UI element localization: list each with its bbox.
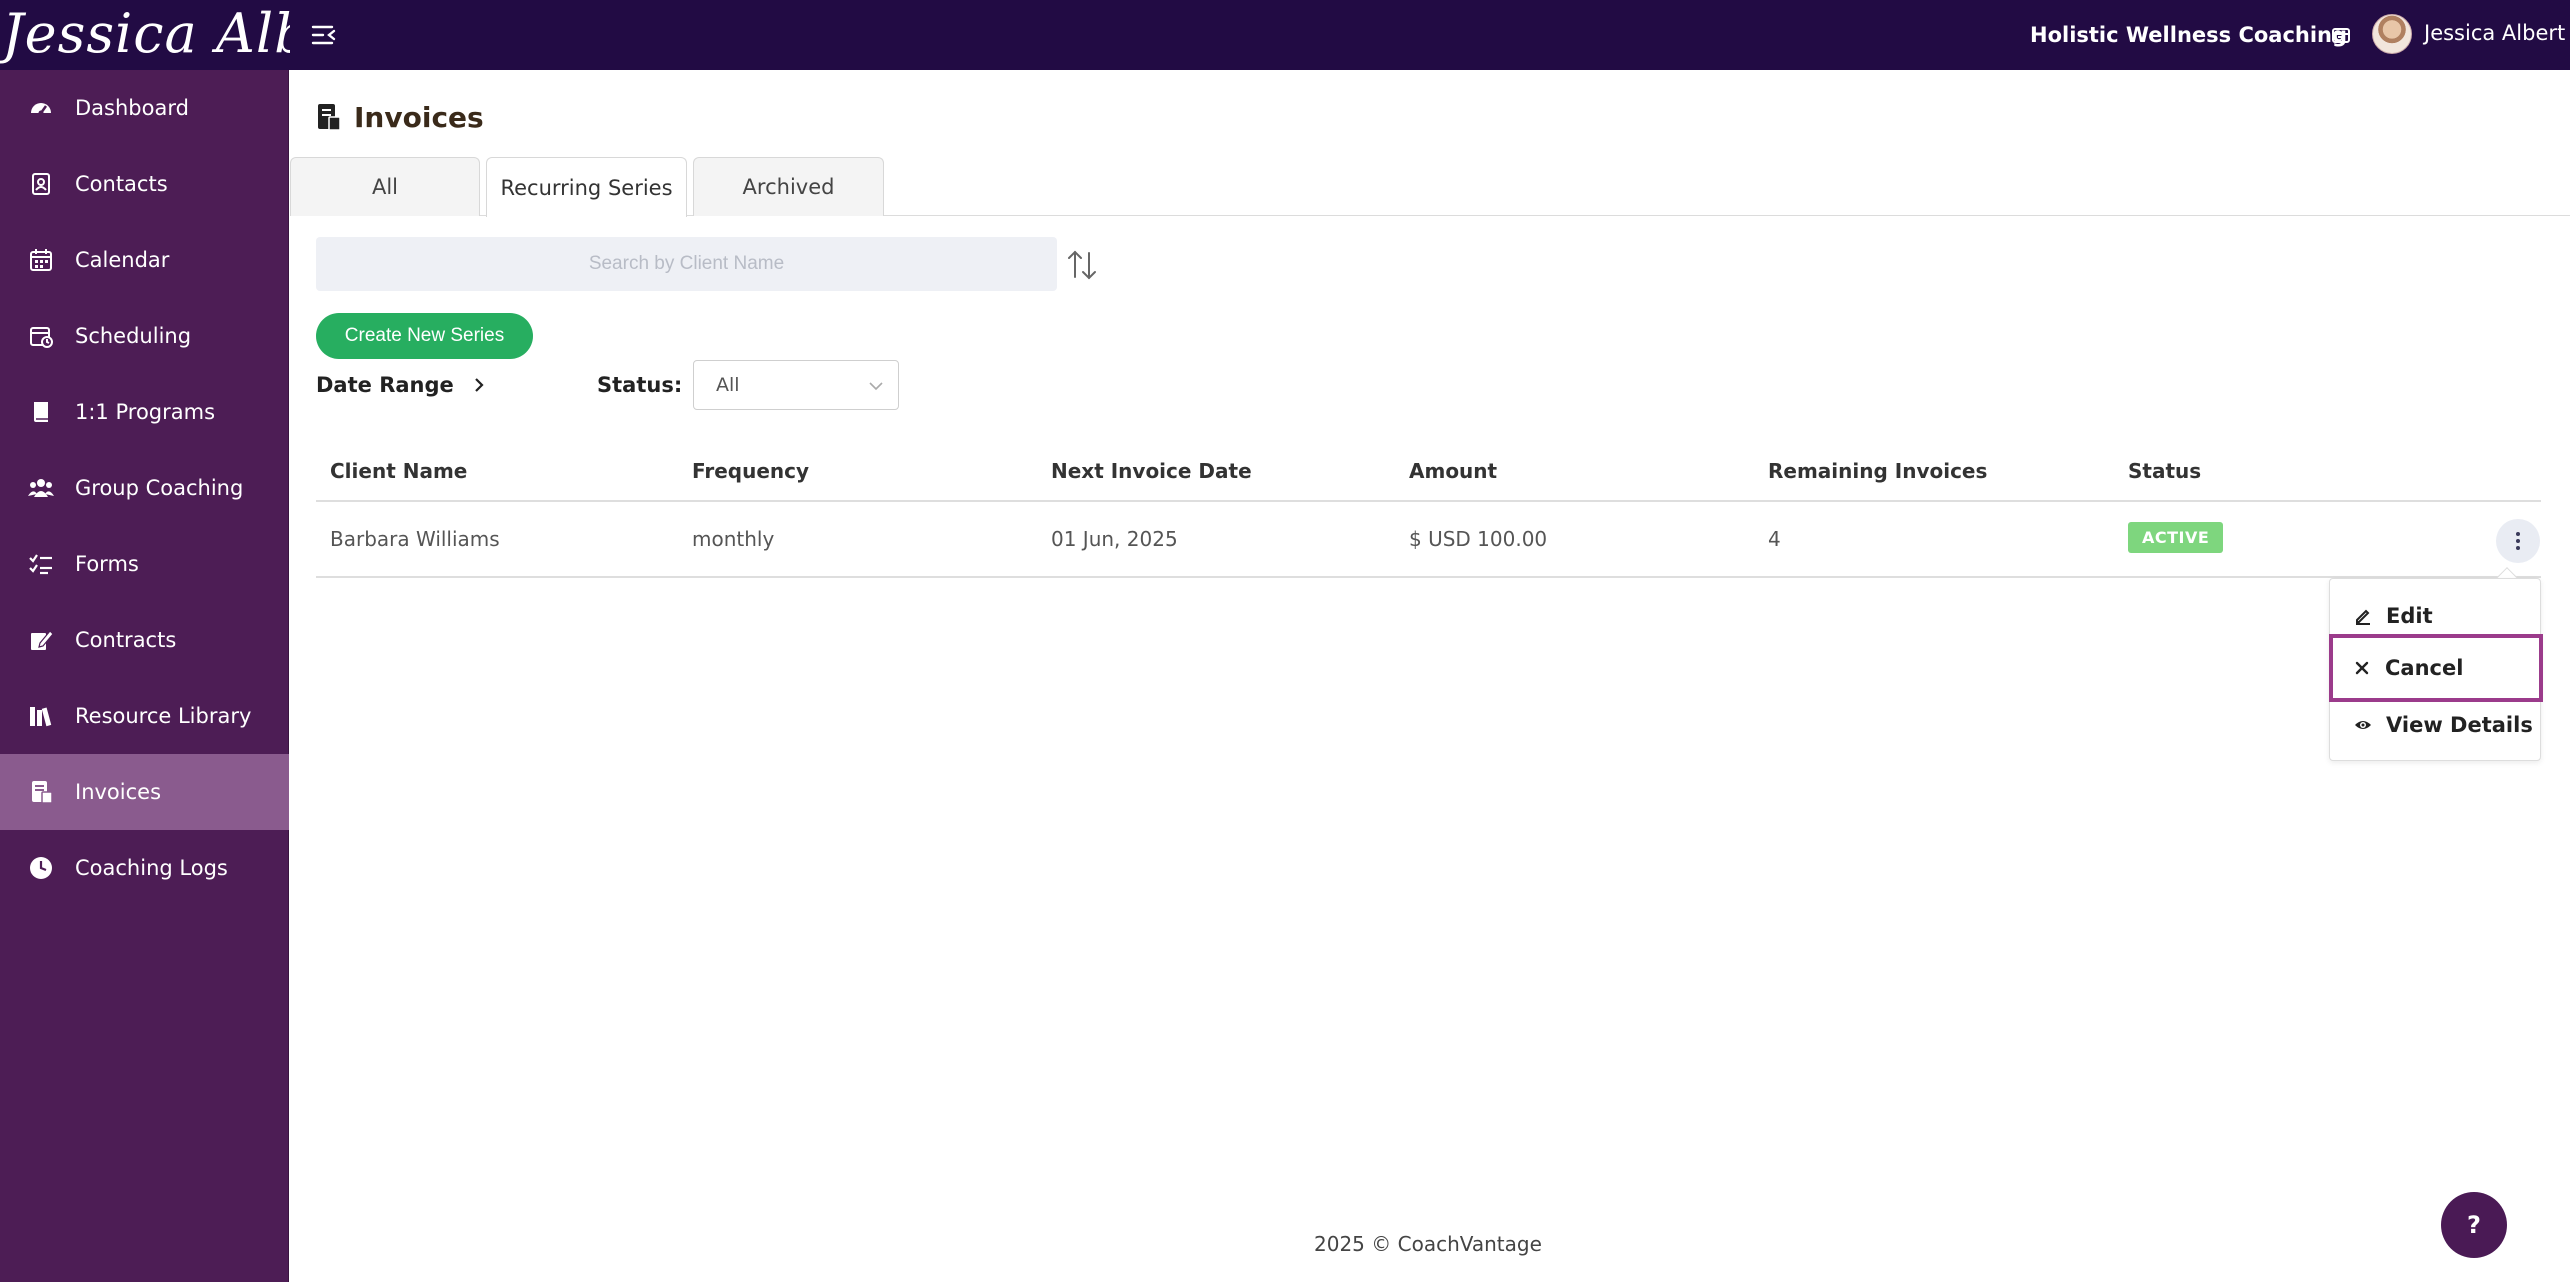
cell-remaining-invoices: 4 bbox=[1768, 527, 1781, 551]
sidebar-item-calendar[interactable]: Calendar bbox=[0, 222, 289, 298]
help-button[interactable]: ? bbox=[2441, 1192, 2507, 1258]
sidebar-item-resource-library[interactable]: Resource Library bbox=[0, 678, 289, 754]
sidebar-item-contracts[interactable]: Contracts bbox=[0, 602, 289, 678]
sidebar-item-dashboard[interactable]: Dashboard bbox=[0, 70, 289, 146]
eye-icon bbox=[2355, 721, 2371, 729]
search-input[interactable] bbox=[316, 237, 1057, 291]
top-bar: Jessica Albert Holistic Wellness Coachin… bbox=[0, 0, 2570, 70]
checklist-icon bbox=[28, 551, 54, 577]
sign-document-icon bbox=[28, 627, 54, 653]
menu-item-cancel[interactable]: Cancel bbox=[2329, 634, 2543, 702]
sidebar-item-label: Contracts bbox=[75, 628, 177, 652]
menu-toggle-icon[interactable] bbox=[310, 22, 338, 48]
pencil-icon bbox=[2356, 609, 2370, 625]
organization-name[interactable]: Holistic Wellness Coaching bbox=[2030, 20, 2347, 50]
sort-icon[interactable] bbox=[1065, 248, 1099, 282]
sidebar-item-contacts[interactable]: Contacts bbox=[0, 146, 289, 222]
footer-copyright: 2025 © CoachVantage bbox=[1314, 1232, 1542, 1256]
menu-item-view-details[interactable]: View Details bbox=[2330, 700, 2540, 750]
sidebar: Dashboard Contacts Calendar Scheduling 1… bbox=[0, 70, 289, 1282]
sidebar-item-forms[interactable]: Forms bbox=[0, 526, 289, 602]
library-icon bbox=[28, 703, 54, 729]
scheduling-icon bbox=[28, 323, 54, 349]
book-icon bbox=[28, 399, 54, 425]
sidebar-item-label: 1:1 Programs bbox=[75, 400, 216, 424]
column-header-amount[interactable]: Amount bbox=[1409, 456, 1497, 486]
group-icon bbox=[28, 475, 54, 501]
menu-item-label: Cancel bbox=[2385, 656, 2464, 680]
clock-icon bbox=[28, 855, 54, 881]
sidebar-item-label: Calendar bbox=[75, 248, 170, 272]
sidebar-item-invoices[interactable]: Invoices bbox=[0, 754, 289, 830]
status-filter-label: Status: bbox=[597, 373, 683, 397]
close-icon bbox=[2355, 661, 2369, 675]
user-name[interactable]: Jessica Albert bbox=[2424, 18, 2565, 48]
page-title: Invoices bbox=[354, 100, 484, 134]
column-header-status[interactable]: Status bbox=[2128, 456, 2201, 486]
page-header: Invoices bbox=[316, 97, 484, 137]
calendar-icon bbox=[28, 247, 54, 273]
sidebar-item-scheduling[interactable]: Scheduling bbox=[0, 298, 289, 374]
column-header-client-name[interactable]: Client Name bbox=[330, 456, 467, 486]
sidebar-item-label: Forms bbox=[75, 552, 139, 576]
status-select-value: All bbox=[716, 374, 740, 396]
menu-item-label: View Details bbox=[2386, 713, 2533, 737]
sidebar-item-label: Invoices bbox=[75, 780, 162, 804]
date-range-label: Date Range bbox=[316, 373, 454, 397]
more-vertical-icon bbox=[2516, 532, 2520, 550]
sidebar-item-group-coaching[interactable]: Group Coaching bbox=[0, 450, 289, 526]
menu-item-label: Edit bbox=[2386, 604, 2433, 628]
invoice-icon bbox=[318, 104, 341, 131]
sidebar-item-coaching-logs[interactable]: Coaching Logs bbox=[0, 830, 289, 906]
brand-logo[interactable]: Jessica Albert bbox=[0, 0, 290, 70]
table-row[interactable]: Barbara Williams monthly 01 Jun, 2025 $ … bbox=[316, 502, 2541, 578]
contacts-icon bbox=[28, 171, 54, 197]
dashboard-icon bbox=[28, 95, 54, 121]
chevron-down-icon bbox=[869, 382, 883, 391]
sidebar-item-label: Contacts bbox=[75, 172, 168, 196]
column-header-frequency[interactable]: Frequency bbox=[692, 456, 809, 486]
sidebar-item-label: Group Coaching bbox=[75, 476, 244, 500]
tab-archived[interactable]: Archived bbox=[693, 157, 884, 216]
chevron-right-icon bbox=[474, 378, 484, 392]
sidebar-item-programs[interactable]: 1:1 Programs bbox=[0, 374, 289, 450]
switch-organization-icon[interactable] bbox=[2330, 24, 2352, 46]
row-actions-button[interactable] bbox=[2496, 519, 2540, 563]
column-header-remaining-invoices[interactable]: Remaining Invoices bbox=[1768, 456, 1987, 486]
cell-client-name: Barbara Williams bbox=[330, 527, 500, 551]
tab-recurring-series[interactable]: Recurring Series bbox=[486, 157, 687, 217]
status-badge: ACTIVE bbox=[2128, 522, 2224, 553]
tab-all[interactable]: All bbox=[290, 157, 480, 216]
sidebar-item-label: Coaching Logs bbox=[75, 856, 228, 880]
sidebar-item-label: Scheduling bbox=[75, 324, 192, 348]
cell-frequency: monthly bbox=[692, 527, 775, 551]
status-select[interactable]: All bbox=[693, 360, 899, 410]
row-actions-menu: Edit Cancel View Details bbox=[2329, 578, 2543, 761]
cell-amount: $ USD 100.00 bbox=[1409, 527, 1548, 551]
avatar[interactable] bbox=[2372, 14, 2412, 54]
invoice-icon bbox=[28, 779, 54, 805]
date-range-filter[interactable]: Date Range bbox=[316, 370, 488, 400]
create-new-series-button[interactable]: Create New Series bbox=[316, 313, 533, 359]
column-header-next-invoice-date[interactable]: Next Invoice Date bbox=[1051, 456, 1252, 486]
cell-next-invoice-date: 01 Jun, 2025 bbox=[1051, 527, 1178, 551]
sidebar-item-label: Resource Library bbox=[75, 704, 252, 728]
sidebar-item-label: Dashboard bbox=[75, 96, 189, 120]
